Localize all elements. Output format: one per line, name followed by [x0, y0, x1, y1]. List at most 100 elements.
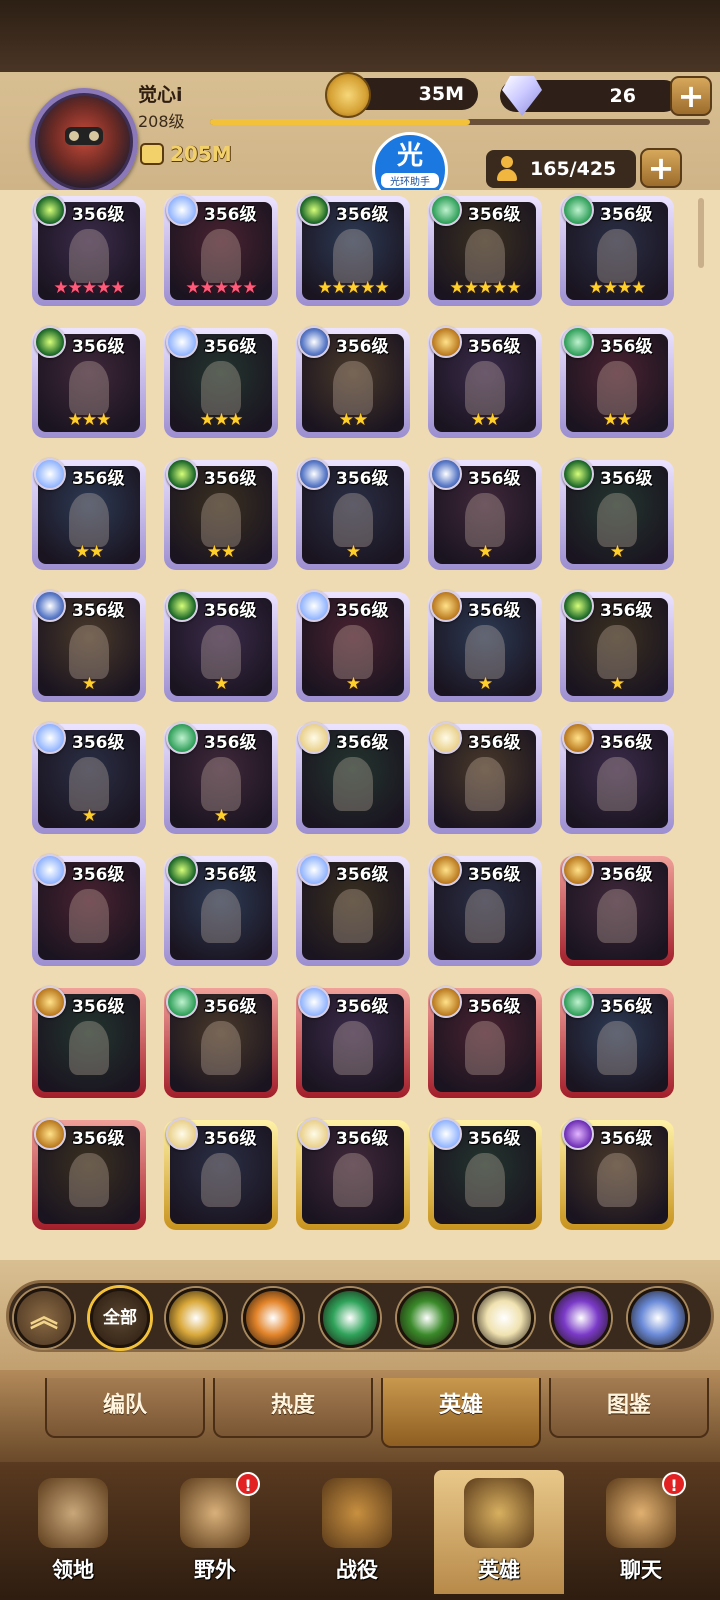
- hero-card[interactable]: 356级 ★: [296, 590, 410, 702]
- faction-dimensional-filter[interactable]: [628, 1288, 688, 1348]
- faction-wilder-filter[interactable]: [320, 1288, 380, 1348]
- hero-card[interactable]: 356级 ★★★: [164, 326, 278, 438]
- hero-level: 356级: [600, 337, 653, 357]
- hero-card[interactable]: 356级: [296, 854, 410, 966]
- nav-territory[interactable]: 领地: [8, 1470, 138, 1594]
- watermark-symbol: 光: [396, 141, 423, 171]
- status-strip: [0, 0, 720, 72]
- mauler-faction-icon: [34, 986, 66, 1018]
- dimensional-faction-icon: [34, 590, 66, 622]
- hero-card[interactable]: 356级 ★★★★★: [32, 194, 146, 306]
- nav-campaign[interactable]: 战役: [292, 1470, 422, 1594]
- lightbearer-faction-icon: [166, 326, 198, 358]
- filter-all-button[interactable]: 全部: [90, 1288, 150, 1348]
- mauler-faction-icon: [562, 722, 594, 754]
- hero-card[interactable]: 356级: [296, 1118, 410, 1230]
- player-name: 觉心i: [138, 84, 183, 106]
- hero-card[interactable]: 356级 ★★★★★: [296, 194, 410, 306]
- mauler-faction-icon: [430, 854, 462, 886]
- hero-card[interactable]: 356级 ★: [428, 590, 542, 702]
- hero-card[interactable]: 356级 ★: [428, 458, 542, 570]
- lightbearer-faction-icon: [166, 194, 198, 226]
- hero-level: 356级: [468, 733, 521, 753]
- celestial-faction-icon: [430, 722, 462, 754]
- hero-card[interactable]: 356级 ★: [560, 458, 674, 570]
- hero-card[interactable]: 356级 ★★★★★: [428, 194, 542, 306]
- hero-card[interactable]: 356级: [428, 986, 542, 1098]
- hero-level: 356级: [72, 733, 125, 753]
- hero-card[interactable]: 356级: [428, 722, 542, 834]
- faction-graveborn-filter[interactable]: [397, 1288, 457, 1348]
- hero-card[interactable]: 356级 ★★: [164, 458, 278, 570]
- hero-card[interactable]: 356级: [164, 854, 278, 966]
- hero-card[interactable]: 356级: [560, 854, 674, 966]
- hero-level: 356级: [204, 601, 257, 621]
- hero-card[interactable]: 356级 ★★: [296, 326, 410, 438]
- graveborn-faction-icon: [166, 458, 198, 490]
- hero-card[interactable]: 356级: [32, 1118, 146, 1230]
- hero-level: 356级: [600, 1129, 653, 1149]
- hero-card[interactable]: 356级: [164, 1118, 278, 1230]
- hero-level: 356级: [204, 205, 257, 225]
- hero-card[interactable]: 356级: [32, 854, 146, 966]
- hero-card[interactable]: 356级 ★: [296, 458, 410, 570]
- tab-heroes[interactable]: 英雄: [381, 1378, 541, 1448]
- faction-mauler-filter[interactable]: [243, 1288, 303, 1348]
- hero-card[interactable]: 356级: [560, 1118, 674, 1230]
- add-gems-button[interactable]: +: [670, 76, 712, 116]
- hero-card[interactable]: 356级: [428, 854, 542, 966]
- hero-card[interactable]: 356级 ★: [32, 590, 146, 702]
- hero-card[interactable]: 356级: [296, 986, 410, 1098]
- graveborn-faction-icon: [562, 458, 594, 490]
- hero-card[interactable]: 356级 ★★★★: [560, 194, 674, 306]
- hero-card[interactable]: 356级: [32, 986, 146, 1098]
- hero-level: 356级: [336, 865, 389, 885]
- hero-card[interactable]: 356级 ★★: [428, 326, 542, 438]
- hero-card[interactable]: 356级: [428, 1118, 542, 1230]
- nav-heroes[interactable]: 英雄: [434, 1470, 564, 1594]
- player-level: 208级: [138, 112, 185, 131]
- hero-card[interactable]: 356级 ★★: [560, 326, 674, 438]
- tab-codex[interactable]: 图鉴: [549, 1378, 709, 1438]
- scrollbar[interactable]: [698, 198, 704, 268]
- hero-card[interactable]: 356级: [164, 986, 278, 1098]
- tab-popularity[interactable]: 热度: [213, 1378, 373, 1438]
- hero-card[interactable]: 356级: [560, 986, 674, 1098]
- hero-stars: ★: [477, 542, 493, 562]
- hero-card[interactable]: 356级 ★★★: [32, 326, 146, 438]
- hero-level: 356级: [204, 733, 257, 753]
- hero-stars: ★★: [602, 410, 632, 430]
- hero-card[interactable]: 356级 ★: [164, 722, 278, 834]
- dimensional-faction-icon: [298, 326, 330, 358]
- hero-card[interactable]: 356级: [560, 722, 674, 834]
- watermark-label: 光环助手: [381, 173, 439, 188]
- faction-hypogean-filter[interactable]: [551, 1288, 611, 1348]
- hero-level: 356级: [72, 601, 125, 621]
- hero-level: 356级: [600, 733, 653, 753]
- dimensional-faction-icon: [430, 458, 462, 490]
- nav-wilderness[interactable]: 野外!: [150, 1470, 280, 1594]
- hero-level: 356级: [468, 337, 521, 357]
- collapse-filters-button[interactable]: ︽: [14, 1288, 74, 1348]
- hero-level: 356级: [600, 865, 653, 885]
- nav-chat[interactable]: 聊天!: [576, 1470, 706, 1594]
- hero-card[interactable]: 356级 ★: [560, 590, 674, 702]
- nav-label: 战役: [336, 1558, 378, 1582]
- hero-card[interactable]: 356级 ★★★★★: [164, 194, 278, 306]
- hero-card[interactable]: 356级: [296, 722, 410, 834]
- hero-level: 356级: [72, 1129, 125, 1149]
- faction-lightbearer-filter[interactable]: [166, 1288, 226, 1348]
- hero-level: 356级: [600, 601, 653, 621]
- graveborn-faction-icon: [166, 854, 198, 886]
- hero-stars: ★★★★★: [53, 278, 125, 298]
- hero-card[interactable]: 356级 ★: [164, 590, 278, 702]
- faction-celestial-filter[interactable]: [474, 1288, 534, 1348]
- hero-card[interactable]: 356级 ★★: [32, 458, 146, 570]
- hero-stars: ★: [81, 674, 97, 694]
- hero-card[interactable]: 356级 ★: [32, 722, 146, 834]
- hero-level: 356级: [600, 469, 653, 489]
- tab-formation[interactable]: 编队: [45, 1378, 205, 1438]
- expand-roster-button[interactable]: +: [640, 148, 682, 188]
- xp-fill: [210, 119, 470, 125]
- player-avatar[interactable]: [30, 88, 138, 196]
